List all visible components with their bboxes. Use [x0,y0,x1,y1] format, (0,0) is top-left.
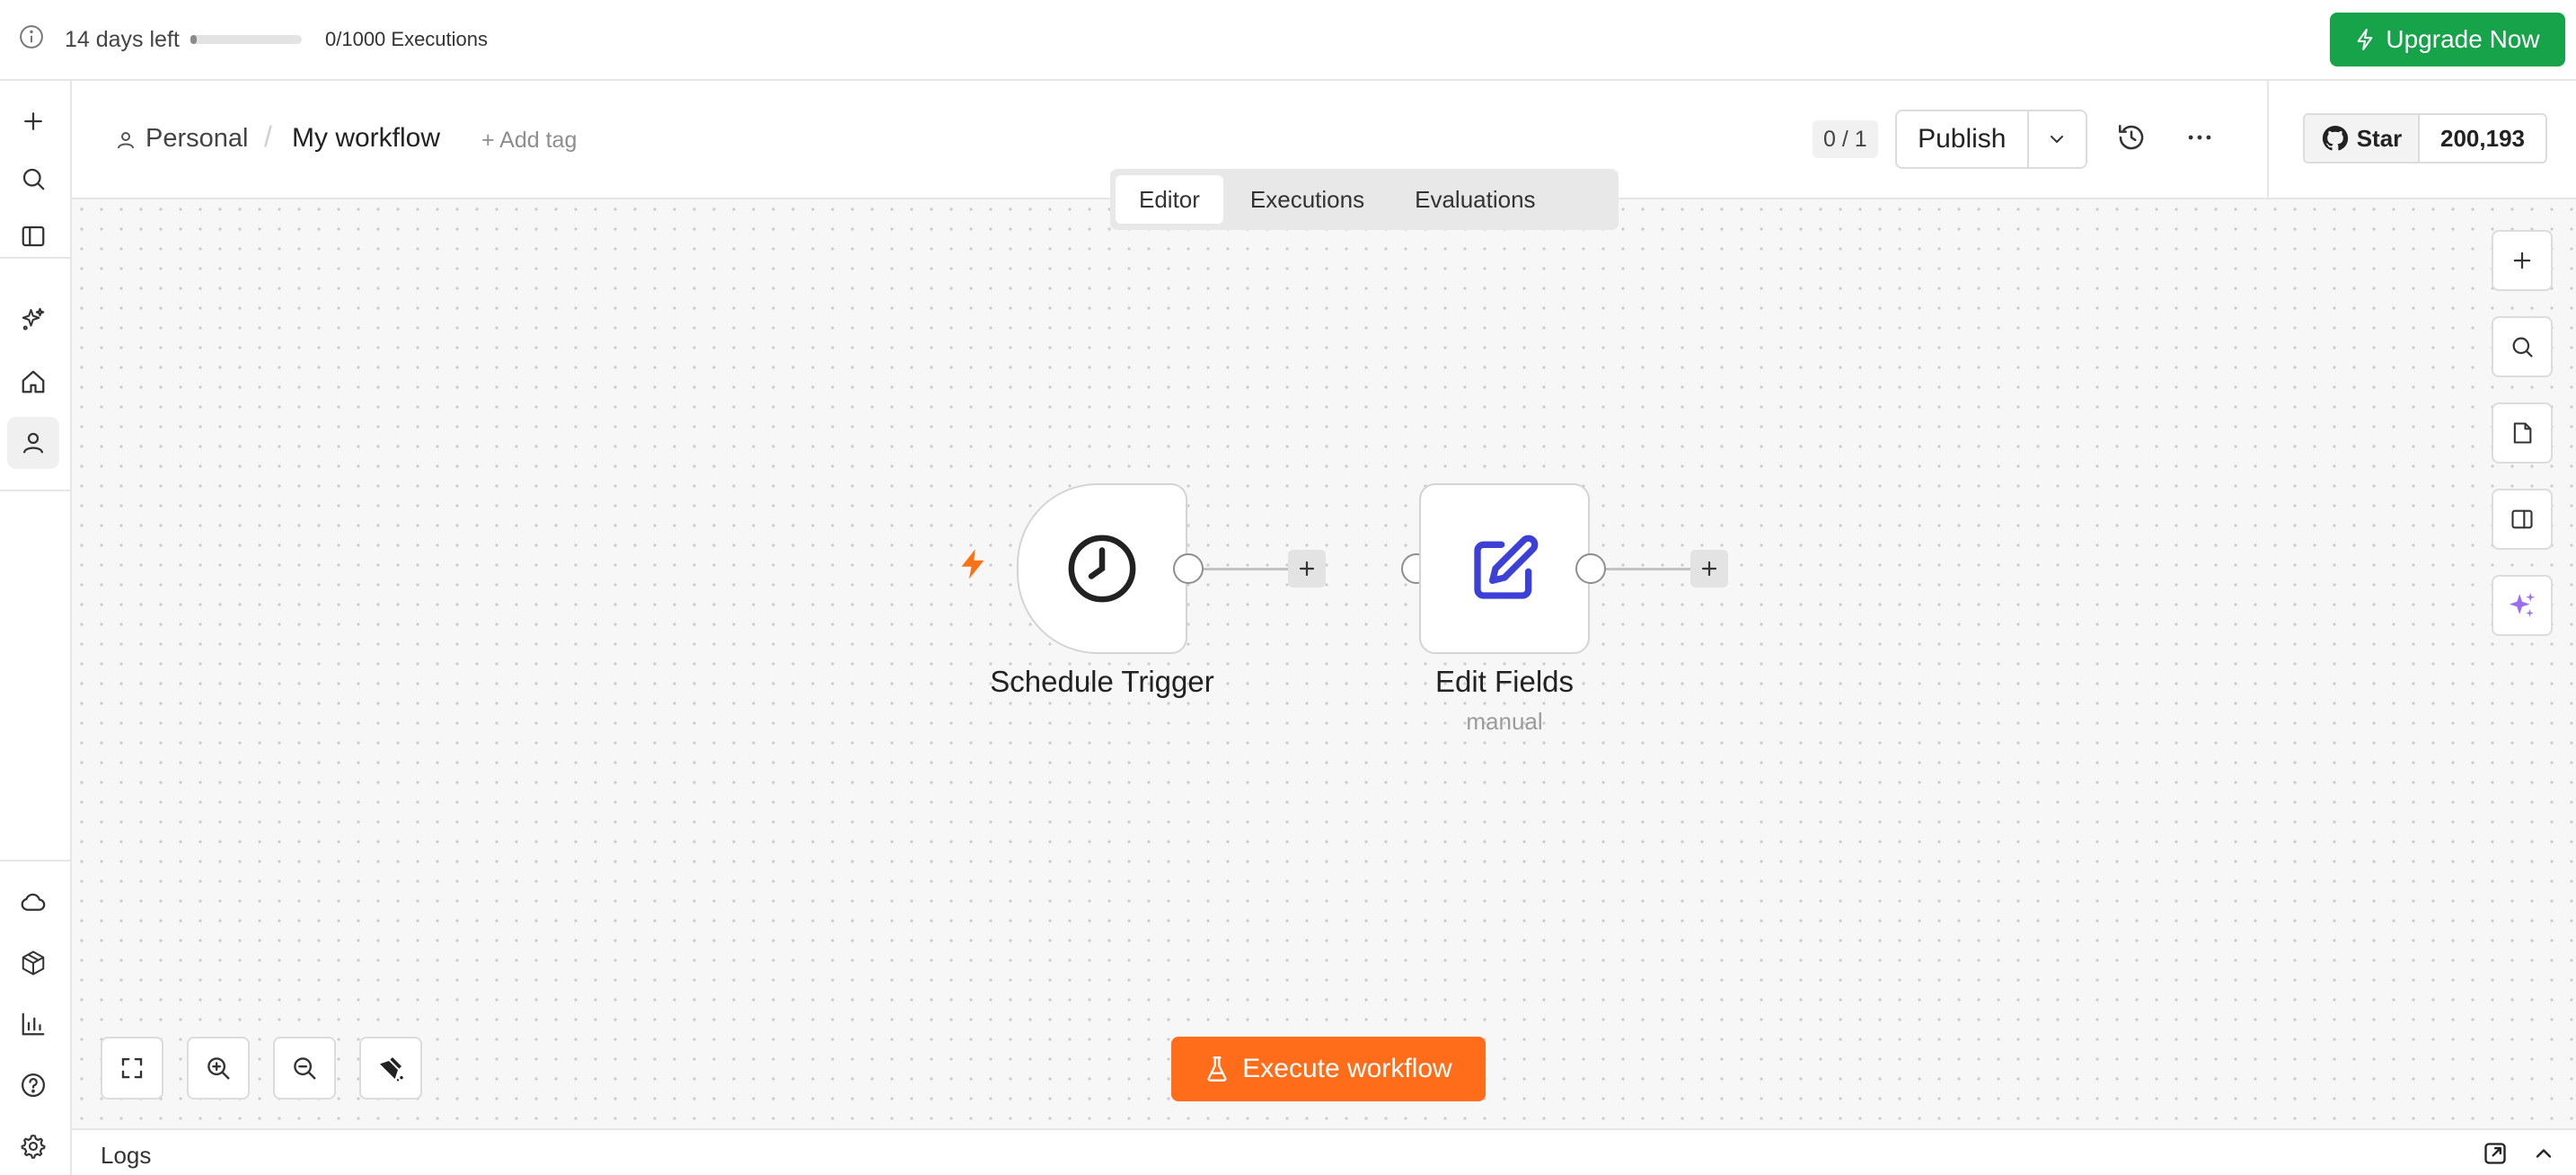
chart-icon [20,1011,47,1038]
execute-workflow-button[interactable]: Execute workflow [1171,1037,1486,1101]
trigger-output-edge [1204,568,1290,570]
search-icon [2510,334,2535,359]
zoom-in-button[interactable] [187,1037,250,1100]
add-tag-button[interactable]: + Add tag [481,122,577,158]
schedule-trigger-label: Schedule Trigger [990,665,1214,698]
tab-evaluations[interactable]: Evaluations [1391,175,1558,224]
view-tabs: Editor Executions Evaluations [1110,169,1619,230]
plus-icon [2510,248,2535,273]
chevron-up-icon[interactable] [2531,1141,2556,1166]
edit-fields-subtitle: manual [1466,708,1543,735]
trigger-output-handle[interactable] [1173,553,1204,584]
plus-icon [1698,558,1720,579]
sidebar-add-button[interactable] [7,95,59,147]
trial-banner: 14 days left 0/1000 Executions Upgrade N… [0,0,2576,81]
gear-icon [20,1133,47,1160]
sidebar-separator [0,490,70,491]
breadcrumb-separator: / [264,120,272,153]
tidy-up-button[interactable] [359,1037,422,1100]
publish-button[interactable]: Publish [1897,111,2029,167]
bolt-icon [2355,28,2375,51]
workflow-name[interactable]: My workflow [292,120,440,156]
user-icon [115,129,137,151]
edit-pencil-icon [1469,533,1540,605]
sidebar-toggle-sidebar-button[interactable] [7,210,59,262]
ai-assistant-button[interactable] [2492,575,2553,636]
search-nodes-button[interactable] [2492,316,2553,377]
header-divider [2267,81,2269,199]
trial-progress-fill [190,35,198,44]
add-node-button[interactable] [2492,230,2553,291]
home-icon [20,368,47,395]
sidebar-settings-button[interactable] [7,1120,59,1172]
sidebar-personal-button[interactable] [7,417,59,469]
publish-split-button: Publish [1895,110,2087,169]
github-star-widget[interactable]: Star 200,193 [2303,113,2547,163]
sparkles-icon [2507,590,2537,621]
info-icon[interactable] [18,23,50,56]
history-icon[interactable] [2116,122,2147,153]
logs-label: Logs [101,1142,152,1169]
trial-executions: 0/1000 Executions [325,28,489,50]
sidebar-templates-button[interactable] [7,937,59,989]
toggle-panel-button[interactable] [2492,489,2553,550]
sidebar-separator [0,257,70,259]
sidebar-ai-button[interactable] [7,293,59,345]
edit-fields-output-handle[interactable] [1575,553,1606,584]
chevron-down-icon [2046,128,2068,150]
plus-icon [20,108,47,135]
logs-panel-bar[interactable]: Logs [72,1128,2576,1175]
github-star-count[interactable]: 200,193 [2420,115,2545,162]
sidebar-search-button[interactable] [7,153,59,205]
sparkles-icon [20,305,47,332]
sidebar-insights-button[interactable] [7,998,59,1050]
package-icon [20,950,47,976]
publish-counter-badge: 0 / 1 [1813,120,1878,158]
zoom-out-icon [291,1055,318,1082]
flask-icon [1204,1056,1230,1082]
github-icon [2321,124,2350,153]
sidebar-separator [0,860,70,861]
fit-view-button[interactable] [101,1037,163,1100]
sticky-note-icon [2510,420,2535,446]
tab-executions[interactable]: Executions [1227,175,1388,224]
tab-editor[interactable]: Editor [1116,175,1223,224]
panel-right-icon [2510,507,2535,532]
help-icon [20,1072,47,1099]
schedule-trigger-node[interactable] [1017,483,1187,654]
workflow-canvas[interactable]: Editor Executions Evaluations Schedule T… [72,169,2576,1128]
github-star-button[interactable]: Star [2305,115,2420,162]
sidebar-cloud-button[interactable] [7,876,59,928]
zoom-out-button[interactable] [273,1037,336,1100]
user-icon [20,429,47,456]
edit-fields-output-edge [1606,568,1692,570]
fullscreen-icon [119,1055,146,1082]
search-icon [20,165,47,192]
trial-progress-bar [190,35,302,44]
zoom-in-icon [205,1055,232,1082]
execute-workflow-label: Execute workflow [1242,1054,1452,1083]
clock-icon [1065,532,1139,605]
github-star-label: Star [2356,124,2403,152]
edit-fields-node[interactable] [1419,483,1590,654]
edit-fields-label: Edit Fields [1434,665,1575,698]
upgrade-now-label: Upgrade Now [2386,25,2540,53]
cloud-icon [20,888,47,915]
panel-icon [20,223,47,250]
left-sidebar [0,81,72,1175]
trigger-bolt-icon [957,548,988,580]
popout-icon[interactable] [2483,1141,2508,1166]
plus-icon [1296,558,1318,579]
trial-days-left: 14 days left [65,27,180,52]
more-options-icon[interactable] [2184,122,2215,153]
trigger-add-node-button[interactable] [1288,550,1326,588]
sidebar-home-button[interactable] [7,356,59,408]
edit-fields-add-node-button[interactable] [1690,550,1728,588]
broom-icon [376,1054,405,1082]
sticky-note-button[interactable] [2492,402,2553,464]
sidebar-help-button[interactable] [7,1059,59,1111]
publish-dropdown-button[interactable] [2029,111,2086,167]
upgrade-now-button[interactable]: Upgrade Now [2330,13,2565,66]
breadcrumb-project[interactable]: Personal [146,120,248,156]
